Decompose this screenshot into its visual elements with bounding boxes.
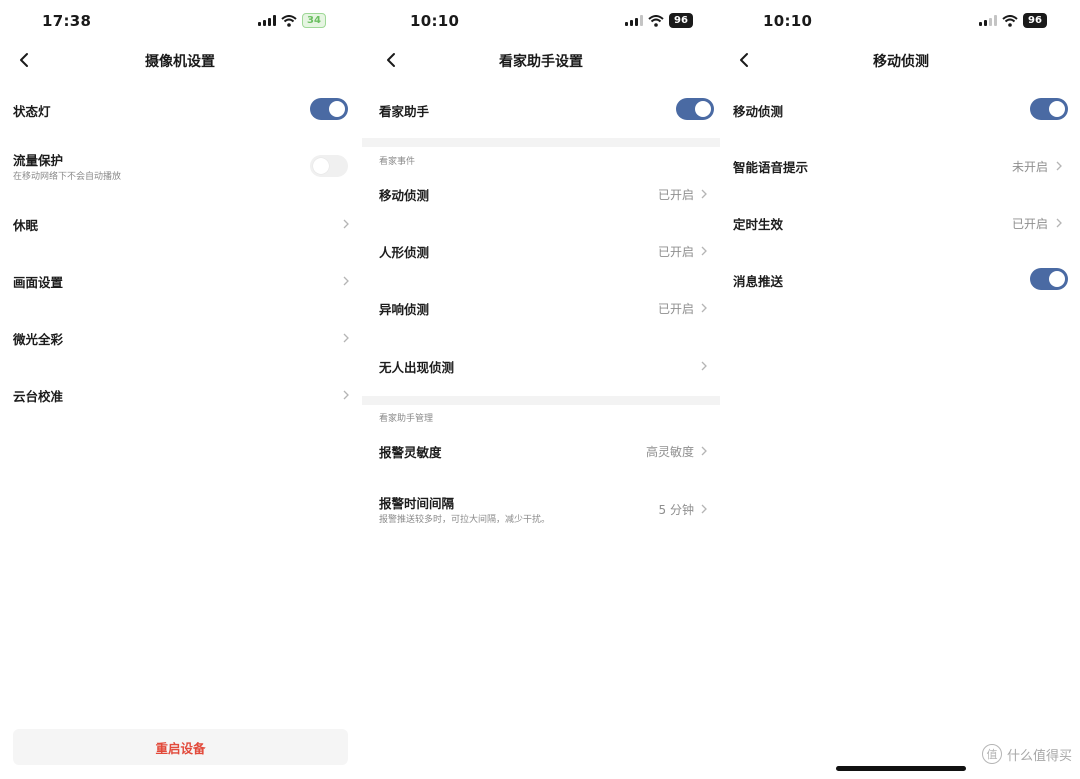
- battery-icon: 34: [302, 13, 326, 28]
- motion-detection-toggle[interactable]: [1030, 98, 1068, 120]
- home-guard-toggle[interactable]: [676, 98, 714, 120]
- status-time: 10:10: [410, 12, 460, 30]
- row-label: 移动侦测: [379, 188, 430, 203]
- watermark-logo-icon: 值: [981, 744, 1002, 764]
- row-sublabel: 在移动网络下不会自动播放: [13, 172, 122, 182]
- row-label: 微光全彩: [13, 332, 64, 347]
- camera-settings-screen: 17:38 34 摄像机设置 状态灯 流量保护 在移动网络下不会自动播放 休眠: [0, 0, 360, 779]
- row-value: 5 分钟: [658, 503, 694, 517]
- row-value: 已开启: [1011, 217, 1048, 231]
- battery-level: 96: [1028, 15, 1042, 26]
- row-label: 无人出现侦测: [379, 360, 455, 375]
- chevron-right-icon: [343, 276, 349, 286]
- chevron-right-icon: [701, 246, 707, 256]
- battery-level: 96: [674, 15, 688, 26]
- low-light-color-row[interactable]: 微光全彩: [0, 320, 360, 354]
- row-label: 移动侦测: [733, 104, 784, 119]
- motion-detection-toggle-row: 移动侦测: [722, 92, 1080, 126]
- section-label: 看家事件: [379, 157, 416, 167]
- status-icons: 34: [258, 13, 326, 28]
- status-time: 17:38: [42, 12, 92, 30]
- row-label: 异响侦测: [379, 302, 430, 317]
- nav-bar: 摄像机设置: [0, 42, 360, 80]
- row-label: 报警时间间隔: [379, 496, 455, 511]
- alarm-sensitivity-row[interactable]: 报警灵敏度 高灵敏度: [362, 433, 720, 467]
- ptz-calibration-row[interactable]: 云台校准: [0, 377, 360, 411]
- signal-icon: [258, 15, 276, 26]
- sound-detection-row[interactable]: 异响侦测 已开启: [362, 290, 720, 324]
- chevron-right-icon: [343, 390, 349, 400]
- nav-bar: 看家助手设置: [362, 42, 720, 80]
- row-sublabel: 报警推送较多时，可拉大间隔，减少干扰。: [379, 515, 551, 525]
- wifi-icon: [1002, 14, 1018, 27]
- picture-settings-row[interactable]: 画面设置: [0, 263, 360, 297]
- status-light-toggle[interactable]: [310, 98, 348, 120]
- home-indicator: [836, 766, 966, 771]
- status-icons: 96: [979, 13, 1047, 28]
- traffic-protect-row: 流量保护 在移动网络下不会自动播放: [0, 146, 360, 186]
- signal-icon: [625, 15, 643, 26]
- row-label: 报警灵敏度: [379, 445, 442, 460]
- row-label: 云台校准: [13, 389, 64, 404]
- battery-level: 34: [307, 15, 321, 26]
- watermark: 值 什么值得买: [981, 744, 1072, 764]
- status-bar: 10:10 96: [362, 0, 720, 42]
- chevron-right-icon: [343, 219, 349, 229]
- chevron-right-icon: [343, 333, 349, 343]
- battery-icon: 96: [669, 13, 693, 28]
- sleep-row[interactable]: 休眠: [0, 206, 360, 240]
- section-label: 看家助手管理: [379, 414, 434, 424]
- smart-voice-prompt-row[interactable]: 智能语音提示 未开启: [722, 148, 1080, 182]
- row-label: 流量保护: [13, 153, 64, 168]
- signal-icon: [979, 15, 997, 26]
- status-bar: 10:10 96: [722, 0, 1080, 42]
- home-guard-settings-screen: 10:10 96 看家助手设置 看家助手 看家事件 移动侦测 已开启 人形侦测: [362, 0, 720, 779]
- row-label: 看家助手: [379, 104, 430, 119]
- status-light-row: 状态灯: [0, 92, 360, 126]
- row-value: 已开启: [657, 188, 694, 202]
- row-label: 休眠: [13, 218, 39, 233]
- no-person-detection-row[interactable]: 无人出现侦测: [362, 348, 720, 382]
- human-detection-row[interactable]: 人形侦测 已开启: [362, 233, 720, 267]
- wifi-icon: [281, 14, 297, 27]
- row-value: 已开启: [657, 302, 694, 316]
- battery-icon: 96: [1023, 13, 1047, 28]
- scheduled-row[interactable]: 定时生效 已开启: [722, 205, 1080, 239]
- row-value: 已开启: [657, 245, 694, 259]
- alarm-interval-row[interactable]: 报警时间间隔 报警推送较多时，可拉大间隔，减少干扰。 5 分钟: [362, 490, 720, 530]
- home-guard-master-row: 看家助手: [362, 92, 720, 126]
- row-label: 人形侦测: [379, 245, 430, 260]
- motion-detection-screen: 10:10 96 移动侦测 移动侦测 智能语音提示 未开启 定时生效 已开启 消…: [722, 0, 1080, 779]
- row-value: 高灵敏度: [645, 445, 694, 459]
- page-title: 看家助手设置: [499, 54, 583, 70]
- section-divider: [362, 396, 720, 405]
- chevron-right-icon: [701, 303, 707, 313]
- motion-detection-row[interactable]: 移动侦测 已开启: [362, 176, 720, 210]
- chevron-right-icon: [701, 446, 707, 456]
- row-label: 状态灯: [13, 104, 51, 119]
- row-value: 未开启: [1011, 160, 1048, 174]
- nav-bar: 移动侦测: [722, 42, 1080, 80]
- chevron-right-icon: [701, 189, 707, 199]
- chevron-right-icon: [1056, 161, 1062, 171]
- section-divider: [362, 138, 720, 147]
- chevron-right-icon: [1056, 218, 1062, 228]
- chevron-right-icon: [701, 504, 707, 514]
- traffic-protect-toggle[interactable]: [310, 155, 348, 177]
- chevron-right-icon: [701, 361, 707, 371]
- push-notification-toggle[interactable]: [1030, 268, 1068, 290]
- row-label: 智能语音提示: [733, 160, 809, 175]
- wifi-icon: [648, 14, 664, 27]
- page-title: 摄像机设置: [145, 54, 215, 70]
- row-label: 定时生效: [733, 217, 784, 232]
- row-label: 画面设置: [13, 275, 64, 290]
- status-time: 10:10: [763, 12, 813, 30]
- status-icons: 96: [625, 13, 693, 28]
- watermark-text: 什么值得买: [1006, 748, 1072, 764]
- page-title: 移动侦测: [873, 54, 929, 70]
- push-notification-row: 消息推送: [722, 262, 1080, 296]
- restart-device-button[interactable]: 重启设备: [13, 729, 348, 765]
- status-bar: 17:38 34: [0, 0, 360, 42]
- row-label: 消息推送: [733, 274, 784, 289]
